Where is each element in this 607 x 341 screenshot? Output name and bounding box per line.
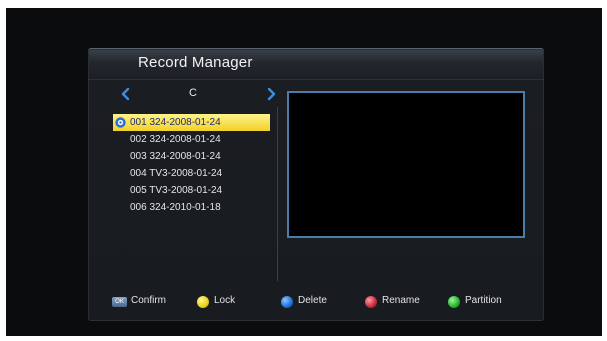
record-item-006[interactable]: 006 324-2010-01-18 bbox=[113, 199, 273, 216]
rename-button[interactable]: Rename bbox=[365, 292, 430, 312]
drive-label: C bbox=[189, 87, 197, 99]
title-divider bbox=[88, 79, 544, 80]
dialog-title: Record Manager bbox=[138, 54, 253, 71]
record-item-003[interactable]: 003 324-2008-01-24 bbox=[113, 148, 273, 165]
record-label: 006 324-2010-01-18 bbox=[130, 202, 221, 213]
rename-label: Rename bbox=[382, 295, 420, 306]
help-bar: OK Confirm Lock Delete Rename Partition bbox=[88, 292, 544, 312]
blue-key-icon bbox=[281, 296, 293, 308]
red-key-icon bbox=[365, 296, 377, 308]
record-manager-dialog: Record Manager C 001 324-2008-01-24 002 … bbox=[88, 48, 544, 321]
record-lock-icon bbox=[115, 117, 126, 128]
record-label: 003 324-2008-01-24 bbox=[130, 151, 221, 162]
record-label: 005 TV3-2008-01-24 bbox=[130, 185, 223, 196]
confirm-button[interactable]: OK Confirm bbox=[112, 292, 182, 312]
lock-label: Lock bbox=[214, 295, 236, 306]
drive-selector: C bbox=[108, 85, 278, 105]
tv-screen: Record Manager C 001 324-2008-01-24 002 … bbox=[6, 8, 602, 336]
confirm-label: Confirm bbox=[131, 295, 167, 306]
record-item-002[interactable]: 002 324-2008-01-24 bbox=[113, 131, 273, 148]
partition-button[interactable]: Partition bbox=[448, 292, 518, 312]
delete-label: Delete bbox=[298, 295, 327, 306]
record-item-004[interactable]: 004 TV3-2008-01-24 bbox=[113, 165, 273, 182]
record-item-001[interactable]: 001 324-2008-01-24 bbox=[113, 114, 270, 131]
lock-button[interactable]: Lock bbox=[197, 292, 247, 312]
list-divider bbox=[277, 107, 278, 281]
ok-key-icon: OK bbox=[112, 297, 127, 307]
delete-button[interactable]: Delete bbox=[281, 292, 341, 312]
chevron-right-icon[interactable] bbox=[265, 87, 277, 101]
green-key-icon bbox=[448, 296, 460, 308]
yellow-key-icon bbox=[197, 296, 209, 308]
partition-label: Partition bbox=[465, 295, 502, 306]
record-item-005[interactable]: 005 TV3-2008-01-24 bbox=[113, 182, 273, 199]
record-label: 002 324-2008-01-24 bbox=[130, 134, 221, 145]
video-preview bbox=[287, 91, 525, 238]
record-label: 004 TV3-2008-01-24 bbox=[130, 168, 223, 179]
record-list: 001 324-2008-01-24 002 324-2008-01-24 00… bbox=[113, 114, 273, 216]
record-label: 001 324-2008-01-24 bbox=[130, 117, 221, 128]
